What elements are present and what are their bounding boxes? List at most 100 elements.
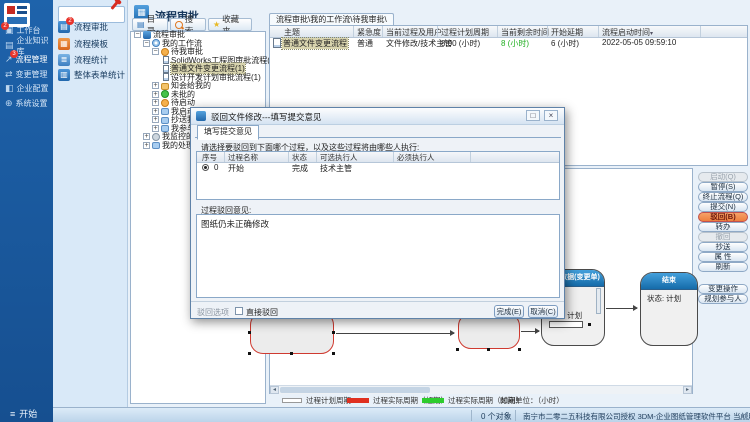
col-remaining[interactable]: 当前剩余时间 (501, 27, 549, 38)
legend-ontime-swatch (422, 398, 444, 403)
node-progress-bar (549, 321, 583, 328)
app-window: ▣2 工作台 ▤ 企业知识库 ↗3 流程管理 ⇄ 变更管理 ◧ 企业配置 ⊕ 系… (0, 0, 750, 422)
sidebar-item-label: 流程管理 (16, 54, 48, 65)
expand-icon[interactable]: + (152, 116, 159, 123)
module-item-form-stats[interactable]: ▥ 整体表单统计 (58, 68, 125, 82)
col-urgency[interactable]: 紧急度 (357, 27, 381, 38)
enterprise-config-icon: ◧ (5, 84, 14, 93)
sidebar-item-system-settings[interactable]: ⊕ 系统设置 (0, 97, 53, 110)
my-workflow-icon (152, 39, 160, 47)
module-item-label: 流程审批 (74, 21, 108, 33)
dialog-title-bar[interactable]: 驳回文件修改---填写提交意见 □ × (191, 108, 564, 125)
node-handle[interactable] (248, 331, 251, 334)
action-cc-button[interactable]: 抄送 (698, 242, 748, 252)
cell-subject[interactable]: 普通文件变更流程 (282, 38, 348, 49)
action-refresh-button[interactable]: 刷新 (698, 262, 748, 272)
cell-urgency: 普通 (357, 38, 373, 49)
expand-icon[interactable]: + (143, 133, 150, 140)
scroll-left-icon[interactable]: ◂ (270, 386, 279, 394)
workflow-node-end[interactable]: 结束 状态: 计划 (640, 272, 698, 346)
unapproved-icon (161, 90, 169, 98)
module-item-label: 流程模板 (74, 38, 108, 50)
resize-grip[interactable] (740, 412, 748, 420)
logo-bar-1 (17, 6, 27, 9)
col-optional-executor: 可选执行人 (320, 152, 358, 163)
legend-plan-swatch (282, 398, 302, 403)
action-pause-button[interactable]: 暂停(S) (698, 182, 748, 192)
expand-icon[interactable]: + (152, 108, 159, 115)
radio-selected-icon[interactable] (202, 164, 209, 171)
sidebar-item-enterprise-config[interactable]: ◧ 企业配置 (0, 82, 53, 95)
action-withdraw-button[interactable]: 撤回 (698, 232, 748, 242)
legend-time-unit: 时间单位：（小时） (500, 395, 564, 406)
direct-reject-checkbox[interactable] (235, 307, 243, 315)
process-approval-root-icon (143, 31, 151, 39)
monitored-processes-icon (152, 133, 160, 141)
sidebar: ▣2 工作台 ▤ 企业知识库 ↗3 流程管理 ⇄ 变更管理 ◧ 企业配置 ⊕ 系… (0, 0, 53, 422)
diagram-hscrollbar[interactable]: ◂ ▸ (270, 385, 692, 394)
table-row[interactable]: 普通文件变更流程 普通 文件修改/技术主管 8:00 (小时) 8 (小时) 6… (270, 38, 747, 48)
collapse-icon[interactable]: − (134, 31, 141, 38)
col-no: 序号 (202, 152, 217, 163)
process-doc-icon (163, 56, 169, 64)
col-process-name: 过程名称 (228, 152, 258, 163)
process-doc-icon (163, 73, 169, 81)
node-handle[interactable] (332, 352, 335, 355)
scrollbar-thumb[interactable] (280, 387, 430, 393)
start-button[interactable]: ≡ 开始 (10, 407, 37, 420)
node-progress-dot (588, 323, 591, 326)
col-current-step[interactable]: 当前过程及用户 (386, 27, 442, 38)
module-item-process-stats[interactable]: ≣ 流程统计 (58, 53, 108, 67)
action-submit-button[interactable]: 提交(N) (698, 202, 748, 212)
direct-reject-label: 直接驳回 (246, 307, 278, 318)
cell-start-time: 2022-05-05 09:59:10 (602, 38, 676, 47)
node-handle[interactable] (456, 348, 459, 351)
dialog-list-row[interactable]: 0 开始 完成 技术主管 (197, 163, 559, 172)
reject-options-label: 驳回选项 (197, 307, 229, 318)
finish-button[interactable]: 完成(E) (494, 305, 524, 318)
module-item-process-approval[interactable]: ▤2 流程审批 (58, 20, 108, 34)
node-mini-scrollbar[interactable] (596, 288, 601, 314)
expand-icon[interactable]: + (152, 125, 159, 132)
module-item-process-template[interactable]: ▦ 流程模板 (58, 37, 108, 51)
dialog-process-list: 序号 过程名称 状态 可选执行人 必须执行人 0 开始 完成 技术主管 (196, 151, 560, 200)
sidebar-item-knowledge[interactable]: ▤ 企业知识库 (0, 39, 53, 52)
node-handle[interactable] (332, 331, 335, 334)
row-no: 0 (214, 163, 218, 172)
col-start-delay[interactable]: 开始延期 (551, 27, 583, 38)
node-handle[interactable] (248, 352, 251, 355)
cancel-button[interactable]: 取消(C) (528, 305, 558, 318)
expand-icon[interactable]: + (143, 142, 150, 149)
process-stats-module-icon: ≣ (58, 54, 70, 66)
action-plan-participants-button[interactable]: 规划参与人 (698, 294, 748, 304)
col-plan-period[interactable]: 过程计划周期 (441, 27, 489, 38)
expand-icon[interactable]: + (152, 99, 159, 106)
favorites-button[interactable]: ★ 收藏夹 (208, 18, 252, 31)
col-start-time[interactable]: 流程启动时间 (602, 27, 653, 38)
action-properties-button[interactable]: 属 性 (698, 252, 748, 262)
sidebar-item-process-mgmt[interactable]: ↗3 流程管理 (0, 53, 53, 66)
close-icon[interactable]: × (544, 110, 558, 121)
collapse-icon[interactable]: − (143, 40, 150, 47)
scroll-right-icon[interactable]: ▸ (683, 386, 692, 394)
action-transfer-button[interactable]: 转办 (698, 222, 748, 232)
expand-icon[interactable]: + (152, 91, 159, 98)
expand-icon[interactable]: + (152, 82, 159, 89)
logo-bar-3 (7, 17, 27, 24)
node-handle[interactable] (487, 348, 490, 351)
col-subject[interactable]: 主题 (284, 27, 300, 38)
start-icon: ≡ (10, 409, 15, 419)
node-handle[interactable] (518, 348, 521, 351)
maximize-icon[interactable]: □ (526, 110, 540, 121)
collapse-icon[interactable]: − (152, 48, 159, 55)
dialog-list-header: 序号 过程名称 状态 可选执行人 必须执行人 (197, 152, 559, 163)
col-status: 状态 (292, 152, 307, 163)
node-handle[interactable] (290, 352, 293, 355)
dialog-tab[interactable]: 填写提交意见 (197, 125, 259, 140)
action-terminate-button[interactable]: 终止流程(Q) (698, 192, 748, 202)
action-start-button[interactable]: 启动(Q) (698, 172, 748, 182)
action-reject-button[interactable]: 驳回(B) (698, 212, 748, 222)
action-change-op-button[interactable]: 变更操作 (698, 284, 748, 294)
opinion-textarea[interactable]: 图纸仍未正确修改 (196, 214, 560, 298)
sidebar-item-change-mgmt[interactable]: ⇄ 变更管理 (0, 68, 53, 81)
